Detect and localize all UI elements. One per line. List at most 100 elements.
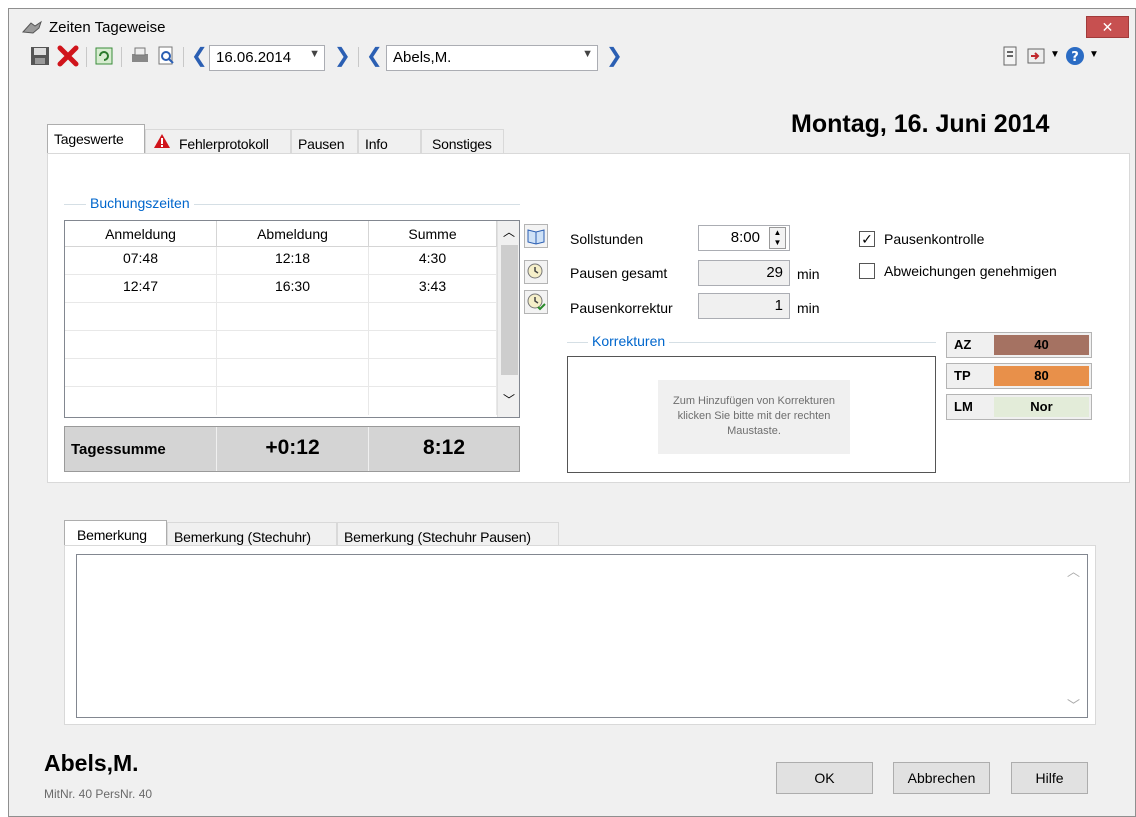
vertical-scrollbar[interactable]: ︿ ﹀ [497, 221, 519, 417]
print-preview-icon[interactable] [155, 45, 177, 67]
korrekturen-hint: Zum Hinzufügen von Korrekturen klicken S… [658, 380, 850, 454]
pausenkorrektur-field: 1 [698, 293, 790, 319]
tab-label: Bemerkung (Stechuhr) [174, 529, 311, 545]
chevron-up-icon[interactable]: ︿ [503, 223, 515, 240]
tab-fehlerprotokoll[interactable]: Fehlerprotokoll [145, 129, 291, 155]
tab-label: Sonstiges [432, 136, 492, 152]
close-button[interactable]: ✕ [1086, 16, 1129, 38]
warning-icon [154, 134, 170, 148]
save-icon[interactable] [29, 45, 51, 67]
tab-label: Info [365, 136, 388, 152]
column-header[interactable]: Abmeldung [217, 221, 369, 247]
column-header[interactable]: Summe [369, 221, 497, 247]
cell-abmeldung[interactable]: 16:30 [217, 275, 369, 303]
chevron-up-icon[interactable]: ︿ [1067, 561, 1080, 580]
abweichungen-label: Abweichungen genehmigen [884, 263, 1057, 279]
group-title-korrekturen: Korrekturen [588, 333, 670, 349]
group-title-buchungszeiten: Buchungszeiten [86, 195, 194, 211]
report-icon[interactable] [999, 45, 1021, 67]
tab-label: Bemerkung [77, 527, 147, 543]
tab-label: Tageswerte [54, 131, 124, 147]
totals-sum: 8:12 [422, 436, 466, 459]
print-icon[interactable] [129, 45, 151, 67]
tab-tageswerte[interactable]: Tageswerte [47, 124, 145, 154]
cell-abmeldung[interactable]: 12:18 [217, 247, 369, 275]
prev-date-icon[interactable]: ❮ [191, 46, 208, 66]
chevron-down-icon: ▼ [582, 48, 593, 60]
tab-label: Bemerkung (Stechuhr Pausen) [344, 529, 531, 545]
status-value: Nor [994, 397, 1089, 417]
status-lm: LM Nor [946, 394, 1092, 420]
svg-text:?: ? [1071, 50, 1079, 65]
tab-bemerkung[interactable]: Bemerkung [64, 520, 167, 547]
clock-edit-button[interactable] [524, 290, 548, 314]
window-title: Zeiten Tageweise [49, 19, 166, 36]
cell-anmeldung[interactable]: 12:47 [65, 275, 217, 303]
toolbar: ❮ 16.06.2014 ▼ ❯ ❮ Abels,M. ▼ ❯ ▼ ? ▼ [9, 41, 1135, 73]
status-value: 40 [994, 335, 1089, 355]
book-button[interactable] [524, 224, 548, 248]
pausenkontrolle-label: Pausenkontrolle [884, 231, 985, 247]
cell-summe: 4:30 [369, 247, 497, 275]
table-row[interactable] [65, 331, 497, 359]
ok-button[interactable]: OK [776, 762, 873, 794]
cell-summe: 3:43 [369, 275, 497, 303]
tab-sonstiges[interactable]: Sonstiges [421, 129, 504, 155]
sollstunden-spinner[interactable]: ▲ ▼ [769, 227, 786, 249]
export-icon[interactable] [1025, 45, 1047, 67]
status-key: AZ [954, 337, 972, 352]
status-key: TP [954, 368, 971, 383]
table-row[interactable]: 12:47 16:30 3:43 [65, 275, 497, 303]
tab-label: Pausen [298, 136, 345, 152]
chevron-down-icon[interactable]: ▼ [1050, 49, 1060, 60]
table-row[interactable]: 07:48 12:18 4:30 [65, 247, 497, 275]
date-combo[interactable]: 16.06.2014 ▼ [209, 45, 325, 71]
date-value: 16.06.2014 [216, 49, 292, 66]
employee-name: Abels,M. [44, 750, 139, 776]
pausen-unit: min [797, 266, 820, 282]
refresh-icon[interactable] [93, 45, 115, 67]
tab-pausen[interactable]: Pausen [291, 129, 358, 155]
table-row[interactable] [65, 303, 497, 331]
abweichungen-checkbox[interactable] [859, 263, 875, 279]
clock-add-button[interactable] [524, 260, 548, 284]
table-row[interactable] [65, 387, 497, 415]
cancel-button[interactable]: Abbrechen [893, 762, 990, 794]
tab-info[interactable]: Info [358, 129, 421, 155]
scroll-thumb[interactable] [501, 245, 518, 375]
help-button[interactable]: Hilfe [1011, 762, 1088, 794]
cell-anmeldung[interactable]: 07:48 [65, 247, 217, 275]
pausenkontrolle-checkbox[interactable]: ✓ [859, 231, 875, 247]
status-key: LM [954, 399, 973, 414]
employee-numbers: MitNr. 40 PersNr. 40 [44, 787, 153, 801]
status-az: AZ 40 [946, 332, 1092, 358]
table-row[interactable] [65, 359, 497, 387]
status-tp: TP 80 [946, 363, 1092, 389]
tab-label: Fehlerprotokoll [179, 136, 269, 152]
book-icon [527, 229, 545, 245]
booking-table[interactable]: Anmeldung Abmeldung Summe 07:48 12:18 4:… [64, 220, 520, 418]
prev-employee-icon[interactable]: ❮ [366, 46, 383, 66]
pausen-gesamt-label: Pausen gesamt [570, 265, 668, 281]
column-header[interactable]: Anmeldung [65, 221, 217, 247]
chevron-down-icon[interactable]: ▼ [1089, 49, 1099, 60]
chevron-down-icon: ▼ [309, 48, 320, 60]
status-value: 80 [994, 366, 1089, 386]
chevron-down-icon[interactable]: ﹀ [1067, 695, 1080, 714]
pausen-gesamt-field: 29 [698, 260, 790, 286]
delete-icon[interactable] [57, 45, 79, 67]
app-icon [21, 20, 42, 34]
pausenkorrektur-label: Pausenkorrektur [570, 300, 673, 316]
sollstunden-label: Sollstunden [570, 231, 644, 247]
totals-label: Tagessumme [65, 427, 217, 471]
clock-icon [527, 263, 543, 279]
totals-diff: +0:12 [217, 427, 369, 471]
help-icon[interactable]: ? [1064, 45, 1086, 67]
employee-combo[interactable]: Abels,M. ▼ [386, 45, 598, 71]
bemerkung-textarea[interactable]: ︿ ﹀ [76, 554, 1088, 718]
employee-value: Abels,M. [393, 49, 452, 66]
next-date-icon[interactable]: ❯ [334, 46, 351, 66]
pausenkorrektur-unit: min [797, 300, 820, 316]
chevron-down-icon[interactable]: ﹀ [503, 391, 515, 408]
next-employee-icon[interactable]: ❯ [606, 46, 623, 66]
